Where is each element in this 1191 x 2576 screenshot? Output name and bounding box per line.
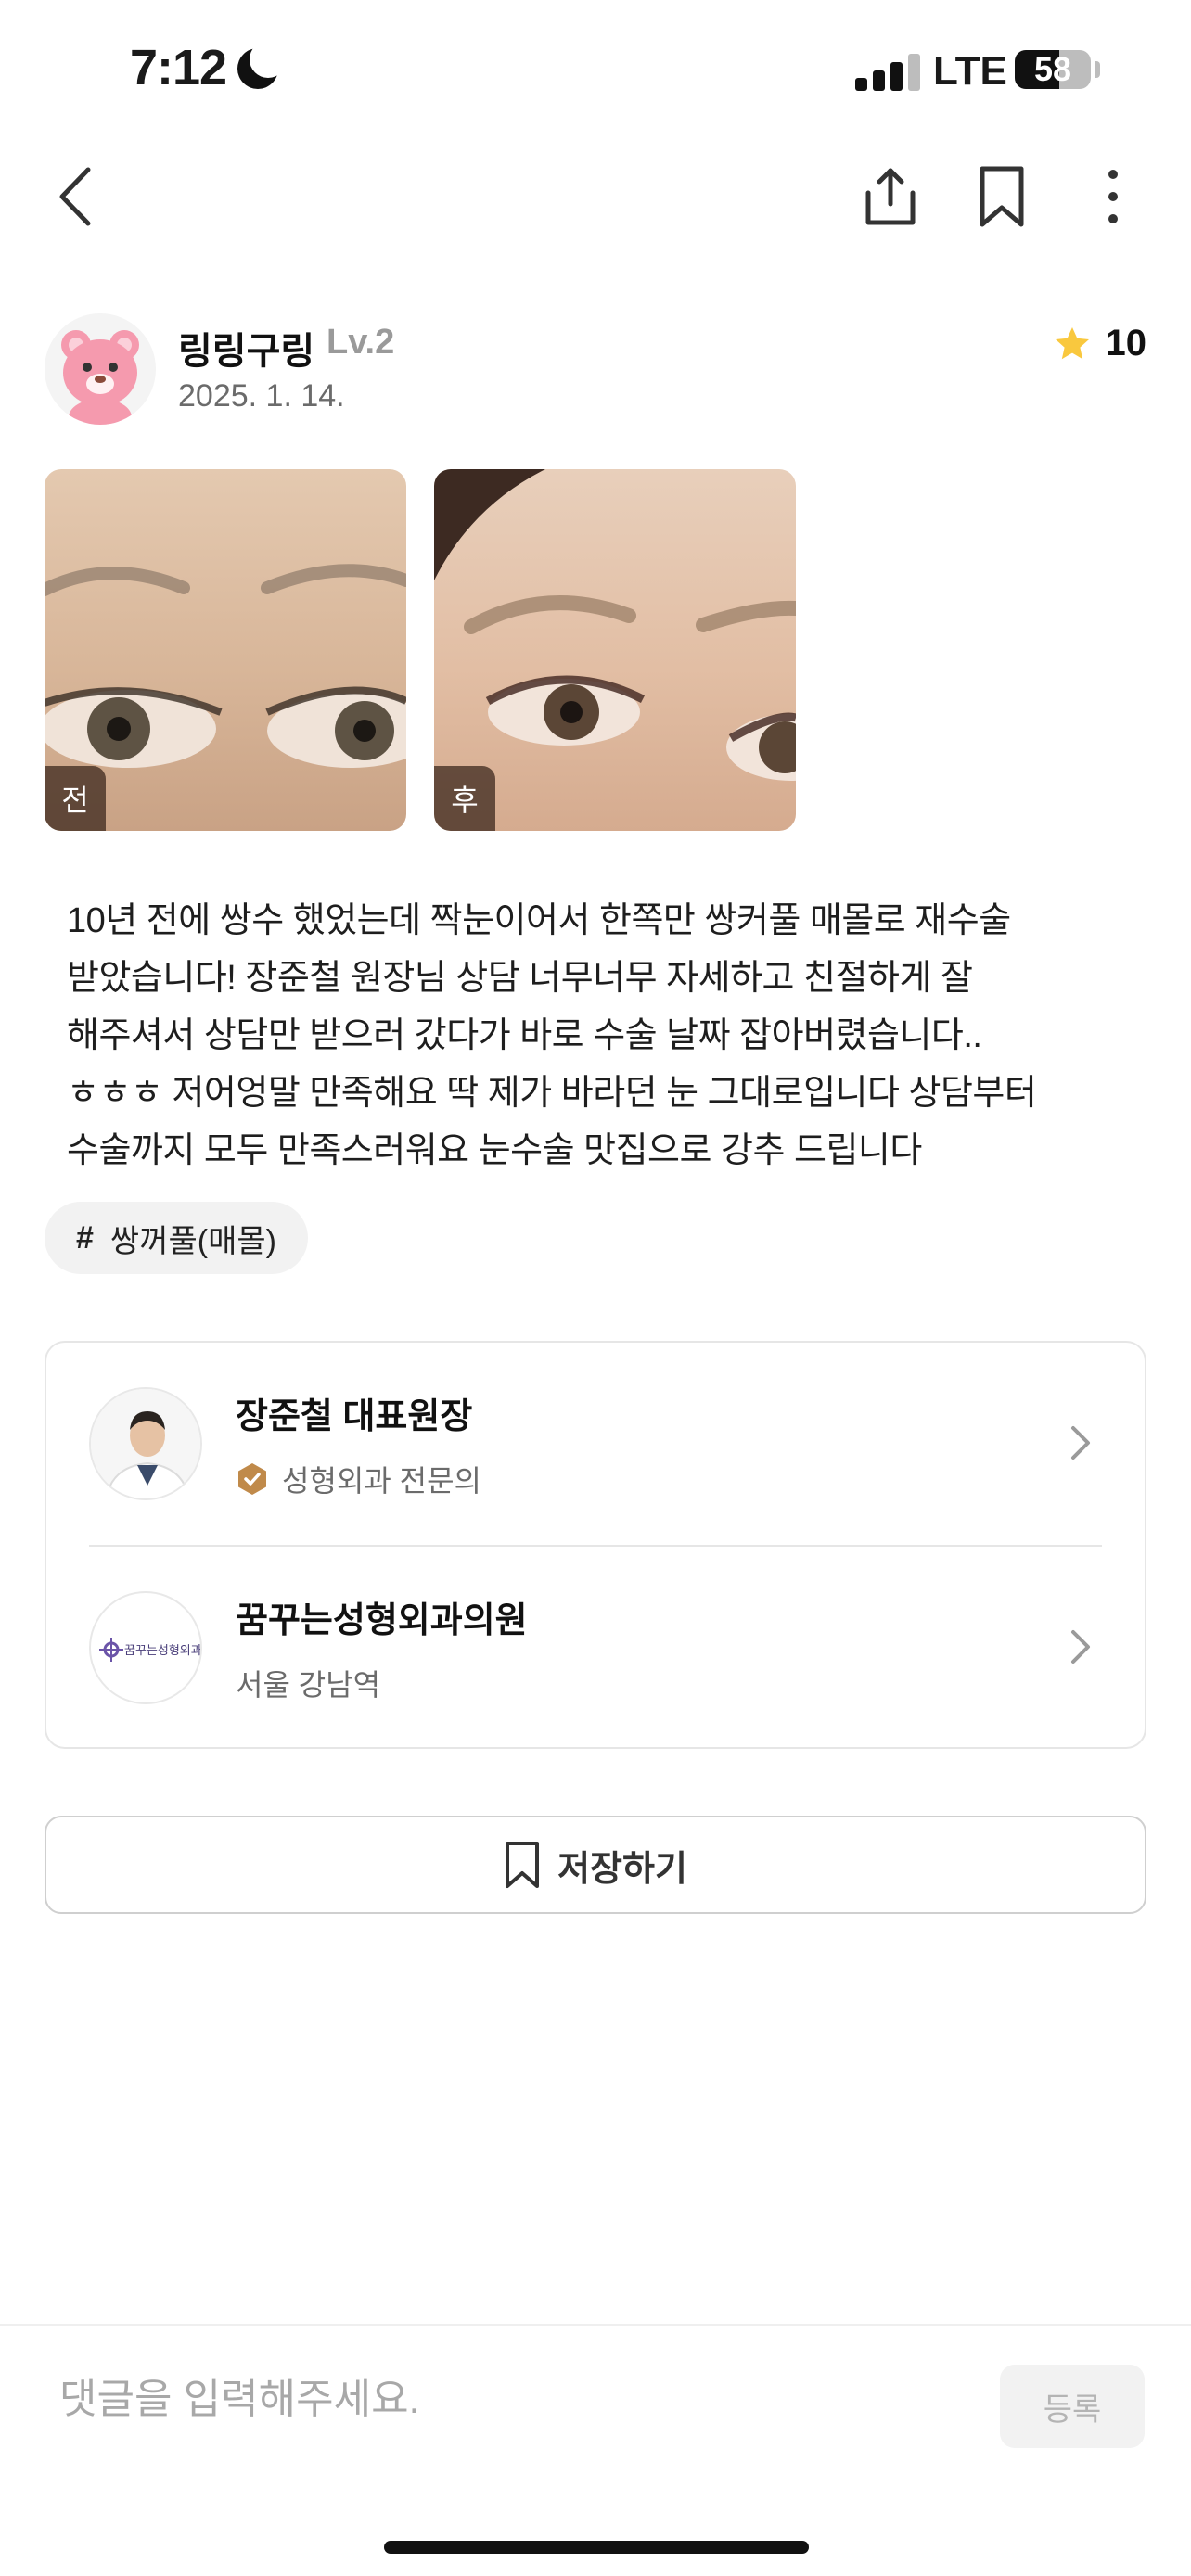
doctor-photo xyxy=(89,1387,202,1500)
clinic-location-row: 서울 강남역 xyxy=(236,1662,380,1704)
save-button[interactable]: 저장하기 xyxy=(45,1816,1146,1914)
doctor-specialty-row: 성형외과 전문의 xyxy=(236,1458,481,1500)
bookmark-icon xyxy=(506,1842,540,1888)
after-photo[interactable]: 후 xyxy=(434,469,796,831)
after-tag: 후 xyxy=(434,766,495,831)
hashtag-label: 쌍꺼풀(매몰) xyxy=(109,1223,276,1259)
verified-badge-icon xyxy=(238,1463,266,1495)
hashtag-chip[interactable]: # 쌍꺼풀(매몰) xyxy=(45,1202,308,1274)
clinic-logo-image: 꿈꾸는성형외과 xyxy=(99,1638,202,1662)
chevron-right-icon xyxy=(1071,1426,1090,1460)
review-line: 10년 전에 쌍수 했었는데 짝눈이어서 한쪽만 쌍커풀 매몰로 재수술 xyxy=(67,901,1011,940)
comment-input[interactable] xyxy=(59,2363,950,2437)
rating-value: 10 xyxy=(1105,323,1147,363)
doctor-clinic-card: 장준철 대표원장 성형외과 전문의 꿈꾸는성형외과 꿈꾸는성형외과의원 서울 강… xyxy=(45,1341,1146,1749)
hashtag-icon: # xyxy=(76,1219,94,1256)
clinic-logo-text: 꿈꾸는성형외과 xyxy=(124,1644,202,1658)
doctor-avatar-icon xyxy=(91,1389,200,1498)
share-icon xyxy=(865,168,916,225)
clinic-name: 꿈꾸는성형외과의원 xyxy=(236,1601,528,1640)
home-indicator[interactable] xyxy=(384,2541,809,2554)
bookmark-icon xyxy=(980,166,1024,227)
bear-avatar-icon xyxy=(61,330,139,425)
before-photo[interactable]: 전 xyxy=(45,469,406,831)
more-button[interactable] xyxy=(1074,158,1152,236)
star-icon xyxy=(1055,326,1089,359)
rating: 10 xyxy=(1054,323,1147,364)
doctor-name: 장준철 대표원장 xyxy=(236,1397,473,1436)
share-button[interactable] xyxy=(852,158,929,236)
author-name[interactable]: 링링구링 xyxy=(178,321,314,375)
status-bar: 7:12 LTE 58 xyxy=(0,0,1191,139)
battery-icon: 58 xyxy=(1015,50,1091,89)
post-date: 2025. 1. 14. xyxy=(178,378,345,414)
review-text: 10년 전에 쌍수 했었는데 짝눈이어서 한쪽만 쌍커풀 매몰로 재수술 받았습… xyxy=(67,892,1143,1180)
author-level: Lv.2 xyxy=(327,323,395,362)
status-time: 7:12 xyxy=(130,40,227,96)
chevron-right-icon xyxy=(1071,1630,1090,1664)
review-line: 받았습니다! 장준철 원장님 상담 너무너무 자세하고 친절하게 잘 xyxy=(67,959,973,998)
battery-level: 58 xyxy=(1033,50,1072,88)
moon-icon xyxy=(237,41,287,89)
battery-cap xyxy=(1095,61,1100,78)
network-type: LTE xyxy=(933,48,1007,94)
avatar[interactable] xyxy=(45,313,156,425)
save-button-label: 저장하기 xyxy=(557,1849,687,1889)
comment-bar: 등록 xyxy=(0,2324,1191,2576)
back-button[interactable] xyxy=(37,158,115,236)
clinic-row[interactable]: 꿈꾸는성형외과 꿈꾸는성형외과의원 서울 강남역 xyxy=(46,1547,1145,1749)
signal-icon xyxy=(855,52,920,91)
review-line: 해주셔서 상담만 받으러 갔다가 바로 수술 날짜 잡아버렸습니다.. xyxy=(67,1016,982,1055)
clinic-logo: 꿈꾸는성형외과 xyxy=(89,1591,202,1704)
bookmark-button[interactable] xyxy=(963,158,1041,236)
clinic-location: 서울 강남역 xyxy=(236,1668,381,1702)
review-line: ㅎㅎㅎ 저어엉말 만족해요 딱 제가 바라던 눈 그대로입니다 상담부터 xyxy=(67,1074,1037,1113)
doctor-row[interactable]: 장준철 대표원장 성형외과 전문의 xyxy=(46,1343,1145,1545)
doctor-specialty: 성형외과 전문의 xyxy=(282,1464,481,1498)
chevron-left-icon xyxy=(59,167,91,226)
more-vertical-icon xyxy=(1108,170,1118,223)
before-tag: 전 xyxy=(45,766,106,831)
review-line: 수술까지 모두 만족스러워요 눈수술 맛집으로 강추 드립니다 xyxy=(67,1131,922,1170)
comment-submit-button[interactable]: 등록 xyxy=(1000,2365,1145,2448)
